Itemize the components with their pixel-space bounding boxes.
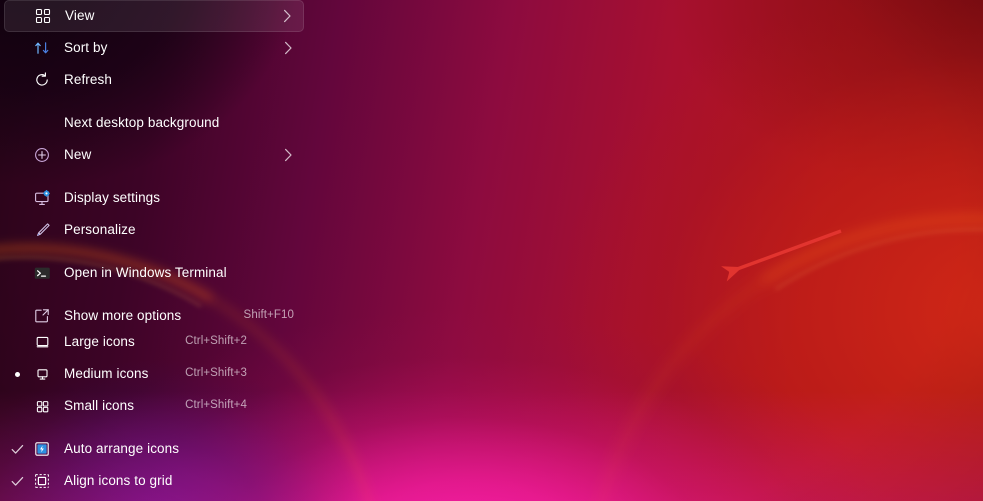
monitor-icon bbox=[30, 189, 54, 207]
radio-selected-indicator bbox=[4, 371, 30, 377]
submenu-item-auto-arrange-icons[interactable]: Auto arrange icons bbox=[4, 433, 257, 465]
submenu-item-accelerator: Ctrl+Shift+3 bbox=[185, 367, 247, 380]
expand-icon bbox=[30, 308, 54, 324]
menu-item-sort-by[interactable]: Sort by bbox=[4, 32, 304, 64]
menu-item-display-settings[interactable]: Display settings bbox=[4, 182, 304, 214]
menu-item-label: Open in Windows Terminal bbox=[64, 265, 227, 281]
menu-item-label: Refresh bbox=[64, 72, 112, 88]
submenu-item-accelerator: Ctrl+Shift+2 bbox=[185, 335, 247, 348]
chevron-right-icon bbox=[284, 41, 304, 55]
checkmark-icon bbox=[4, 444, 30, 455]
desktop: View Sort by Refresh Next desktop backgr… bbox=[0, 0, 983, 501]
checkmark-icon bbox=[4, 476, 30, 487]
submenu-item-medium-icons[interactable]: Medium icons Ctrl+Shift+3 bbox=[4, 358, 257, 390]
menu-item-next-desktop-background[interactable]: Next desktop background bbox=[4, 107, 304, 139]
menu-item-label: Display settings bbox=[64, 190, 161, 206]
chevron-right-icon bbox=[284, 148, 304, 162]
submenu-item-small-icons[interactable]: Small icons Ctrl+Shift+4 bbox=[4, 390, 257, 422]
menu-item-accelerator: Shift+F10 bbox=[243, 309, 294, 322]
menu-item-new[interactable]: New bbox=[4, 139, 304, 171]
menu-item-open-in-windows-terminal[interactable]: Open in Windows Terminal bbox=[4, 257, 304, 289]
terminal-icon bbox=[30, 266, 54, 281]
submenu-item-label: Medium icons bbox=[64, 366, 149, 382]
large-icon-glyph bbox=[30, 335, 54, 350]
wallpaper-orange-arc-right-highlight bbox=[535, 158, 983, 501]
radio-dot-icon bbox=[14, 371, 20, 377]
refresh-icon bbox=[30, 72, 54, 88]
menu-separator bbox=[0, 101, 308, 102]
menu-item-refresh[interactable]: Refresh bbox=[4, 64, 304, 96]
submenu-item-label: Large icons bbox=[64, 334, 135, 350]
medium-icon-glyph bbox=[30, 367, 54, 382]
menu-item-label: Next desktop background bbox=[64, 115, 220, 131]
menu-item-label: View bbox=[65, 8, 95, 24]
submenu-item-align-icons-to-grid[interactable]: Align icons to grid bbox=[4, 465, 257, 497]
auto-arrange-icon bbox=[30, 441, 54, 457]
menu-item-label: Personalize bbox=[64, 222, 136, 238]
menu-item-label: New bbox=[64, 147, 92, 163]
submenu-item-large-icons[interactable]: Large icons Ctrl+Shift+2 bbox=[4, 326, 257, 358]
submenu-item-accelerator: Ctrl+Shift+4 bbox=[185, 399, 247, 412]
small-icon-glyph bbox=[30, 399, 54, 414]
menu-item-personalize[interactable]: Personalize bbox=[4, 214, 304, 246]
menu-separator bbox=[0, 176, 308, 177]
grid-icon bbox=[31, 8, 55, 24]
submenu-item-label: Auto arrange icons bbox=[64, 441, 180, 457]
chevron-right-icon bbox=[283, 9, 303, 23]
submenu-item-label: Align icons to grid bbox=[64, 473, 173, 489]
view-submenu[interactable]: Large icons Ctrl+Shift+2 Medium icons Ct… bbox=[0, 326, 261, 501]
desktop-context-menu[interactable]: View Sort by Refresh Next desktop backgr… bbox=[0, 0, 308, 326]
menu-item-label: Show more options bbox=[64, 308, 182, 324]
sort-icon bbox=[30, 40, 54, 56]
align-grid-icon bbox=[30, 473, 54, 489]
menu-item-label: Sort by bbox=[64, 40, 108, 56]
menu-item-view[interactable]: View bbox=[4, 0, 304, 32]
plus-circle-icon bbox=[30, 147, 54, 163]
submenu-item-label: Small icons bbox=[64, 398, 135, 414]
brush-icon bbox=[30, 222, 54, 239]
